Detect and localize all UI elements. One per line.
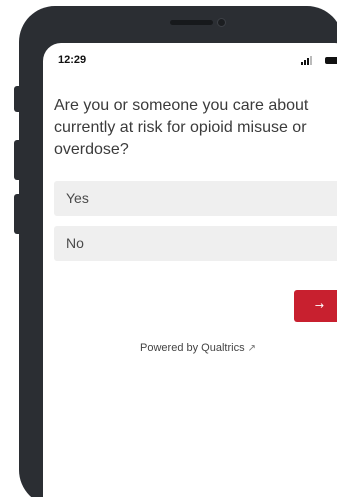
question-text: Are you or someone you care about curren… <box>54 97 309 158</box>
powered-by-footer[interactable]: Powered by Qualtrics ↗ <box>43 342 337 354</box>
arrow-right-icon: → <box>314 299 325 312</box>
status-time: 12:29 <box>58 54 87 66</box>
camera-icon <box>217 18 226 27</box>
choice-label: No <box>66 235 84 251</box>
powered-by-text: Powered by Qualtrics <box>140 342 245 354</box>
signal-icon <box>301 56 312 65</box>
choice-label: Yes <box>66 190 89 206</box>
phone-frame: 12:29 Are you or someone you care about … <box>19 6 337 497</box>
choice-yes[interactable]: Yes <box>54 181 337 216</box>
external-link-icon: ↗ <box>247 343 256 354</box>
page: 12:29 Are you or someone you care about … <box>0 0 337 497</box>
choice-no[interactable]: No <box>54 226 337 261</box>
phone-screen: 12:29 Are you or someone you care about … <box>43 43 337 497</box>
battery-icon <box>325 57 337 64</box>
status-bar: 12:29 <box>43 43 337 75</box>
next-button[interactable]: → <box>294 290 337 322</box>
speaker-grille <box>170 20 213 25</box>
